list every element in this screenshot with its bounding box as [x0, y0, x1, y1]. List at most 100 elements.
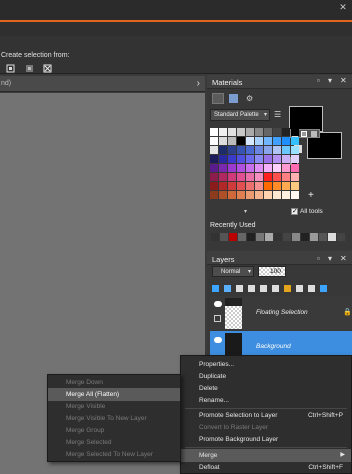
color-swatch[interactable] — [282, 146, 290, 154]
color-swatch[interactable] — [273, 146, 281, 154]
lock-icon[interactable]: 🔒 — [343, 308, 352, 316]
color-swatch[interactable] — [228, 146, 236, 154]
color-swatch[interactable] — [210, 128, 218, 136]
all-tools-checkbox[interactable]: ✓ — [291, 208, 298, 215]
add-swatch-icon[interactable]: + — [308, 190, 314, 201]
visibility-icon[interactable] — [214, 301, 222, 307]
panel-menu-icon[interactable]: ▫ — [317, 76, 320, 85]
color-swatch[interactable] — [255, 191, 263, 199]
recent-color-swatch[interactable] — [274, 233, 282, 241]
color-swatch[interactable] — [228, 182, 236, 190]
color-swatch[interactable] — [255, 146, 263, 154]
color-swatch[interactable] — [282, 173, 290, 181]
close-icon[interactable]: ✕ — [340, 76, 347, 85]
color-swatch[interactable] — [246, 146, 254, 154]
color-swatch[interactable] — [291, 173, 299, 181]
color-swatch[interactable] — [273, 191, 281, 199]
color-swatch[interactable] — [210, 182, 218, 190]
selection-from-mask-icon[interactable] — [25, 64, 34, 73]
swatches-tab-icon[interactable]: ⚙ — [246, 94, 255, 103]
recent-color-swatch[interactable] — [328, 233, 336, 241]
recent-color-swatch[interactable] — [319, 233, 327, 241]
recent-color-swatch[interactable] — [283, 233, 291, 241]
color-swatch[interactable] — [264, 146, 272, 154]
color-swatch[interactable] — [228, 128, 236, 136]
swatch-scroll-down-icon[interactable]: ▾ — [244, 208, 247, 215]
color-swatch[interactable] — [210, 146, 218, 154]
color-swatch[interactable] — [210, 137, 218, 145]
color-swatch[interactable] — [237, 137, 245, 145]
pin-icon[interactable]: ▾ — [328, 254, 332, 263]
color-swatch[interactable] — [237, 146, 245, 154]
color-swatch[interactable] — [273, 182, 281, 190]
color-swatch[interactable] — [237, 155, 245, 163]
panel-menu-icon[interactable]: ▫ — [317, 254, 320, 263]
color-swatch[interactable] — [219, 128, 227, 136]
color-swatch[interactable] — [246, 164, 254, 172]
frame-tab-icon[interactable] — [212, 93, 224, 104]
color-swatch[interactable] — [237, 164, 245, 172]
opacity-field[interactable]: 100 — [258, 266, 286, 277]
document-tab[interactable]: nd) — [1, 80, 11, 87]
color-swatch[interactable] — [228, 191, 236, 199]
color-swatch[interactable] — [237, 128, 245, 136]
color-swatch[interactable] — [291, 137, 299, 145]
color-swatch[interactable] — [219, 173, 227, 181]
recent-color-swatch[interactable] — [265, 233, 273, 241]
color-swatch[interactable] — [282, 155, 290, 163]
color-swatch[interactable] — [237, 182, 245, 190]
menu-item-defloat[interactable]: Defloat Ctrl+Shift+F — [181, 461, 351, 474]
recent-color-swatch[interactable] — [292, 233, 300, 241]
recent-color-swatch[interactable] — [220, 233, 228, 241]
color-swatch[interactable] — [228, 164, 236, 172]
color-swatch[interactable] — [228, 155, 236, 163]
color-swatch[interactable] — [282, 128, 290, 136]
selection-from-layer-icon[interactable] — [6, 64, 15, 73]
new-raster-layer-icon[interactable] — [212, 285, 219, 292]
recent-color-swatch[interactable] — [229, 233, 237, 241]
new-adjustment-layer-icon[interactable] — [260, 285, 267, 292]
menu-item-promote-background[interactable]: Promote Background Layer — [181, 433, 351, 446]
color-swatch[interactable] — [291, 182, 299, 190]
color-swatch[interactable] — [246, 182, 254, 190]
color-swatch[interactable] — [246, 173, 254, 181]
menu-item-rename[interactable]: Rename... — [181, 394, 351, 407]
color-swatch[interactable] — [255, 128, 263, 136]
selection-from-opaque-icon[interactable] — [43, 64, 52, 73]
color-swatch[interactable] — [291, 155, 299, 163]
chevron-right-icon[interactable]: › — [197, 78, 200, 89]
color-swatch[interactable] — [264, 182, 272, 190]
color-swatch[interactable] — [273, 164, 281, 172]
color-swatch[interactable] — [282, 164, 290, 172]
color-swatch[interactable] — [246, 155, 254, 163]
color-swatch[interactable] — [255, 173, 263, 181]
link-layer-icon[interactable] — [296, 285, 303, 292]
color-swatch[interactable] — [246, 128, 254, 136]
color-swatch[interactable] — [210, 191, 218, 199]
visibility-icon[interactable] — [214, 337, 222, 343]
color-swatch[interactable] — [237, 173, 245, 181]
rainbow-tab-icon[interactable] — [229, 94, 238, 103]
color-swatch[interactable] — [219, 191, 227, 199]
recent-color-swatch[interactable] — [238, 233, 246, 241]
layer-row-floating-selection[interactable]: Floating Selection 🔒 — [210, 296, 352, 330]
color-swatch[interactable] — [219, 137, 227, 145]
color-swatch[interactable] — [246, 137, 254, 145]
color-swatch[interactable] — [291, 128, 299, 136]
color-swatch[interactable] — [255, 164, 263, 172]
color-swatch[interactable] — [246, 191, 254, 199]
color-swatch[interactable] — [273, 173, 281, 181]
color-swatch[interactable] — [291, 191, 299, 199]
recent-color-swatch[interactable] — [247, 233, 255, 241]
color-swatch[interactable] — [228, 173, 236, 181]
layer-properties-icon[interactable] — [284, 285, 291, 292]
color-swatch[interactable] — [273, 137, 281, 145]
recent-color-swatch[interactable] — [256, 233, 264, 241]
color-swatch[interactable] — [291, 146, 299, 154]
palette-dropdown[interactable]: Standard Palette ▾ — [210, 109, 270, 121]
palette-menu-icon[interactable]: ☰ — [274, 110, 283, 119]
color-swatch[interactable] — [264, 155, 272, 163]
close-icon[interactable]: ✕ — [338, 2, 348, 12]
color-swatch[interactable] — [210, 155, 218, 163]
blend-mode-dropdown[interactable]: Normal ▾ — [212, 266, 254, 277]
